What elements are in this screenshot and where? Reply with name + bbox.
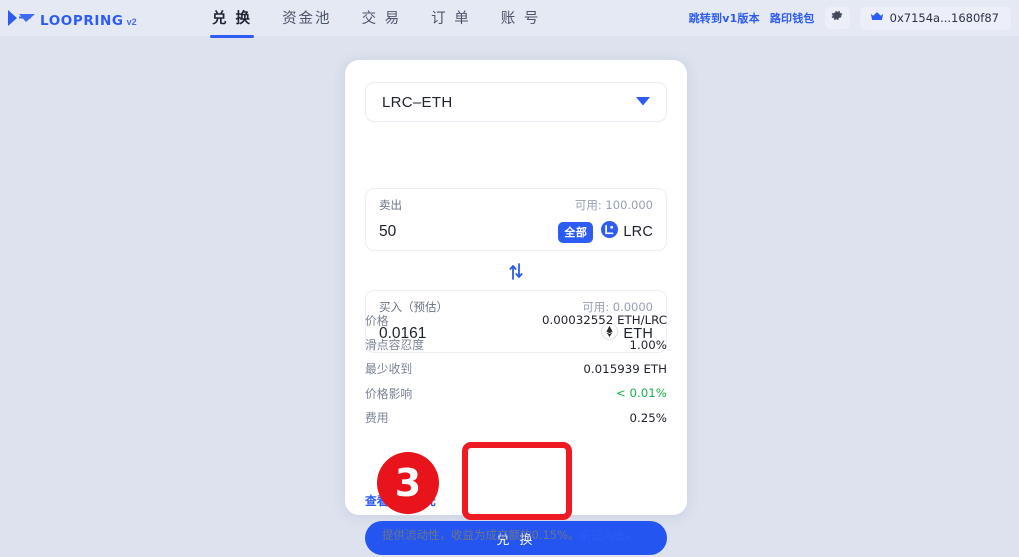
detail-label: 价格影响 — [365, 386, 413, 401]
top-header: LOOPRING v2 兑 换 资金池 交 易 订 单 账 号 跳转到v1版本 … — [0, 0, 1019, 38]
detail-row-slippage: 滑点容忍度 1.00% — [365, 332, 667, 356]
sell-token-selector[interactable]: LRC — [601, 221, 653, 243]
wallet-address-button[interactable]: 0x7154a...1680f87 — [859, 6, 1011, 30]
nav-item-pools[interactable]: 资金池 — [280, 0, 334, 38]
app-root: LOOPRING v2 兑 换 资金池 交 易 订 单 账 号 跳转到v1版本 … — [0, 0, 1019, 557]
wallet-address-text: 0x7154a...1680f87 — [889, 11, 999, 25]
sell-box-body: 50 全部 LRC — [379, 217, 653, 247]
nav-item-account[interactable]: 账 号 — [499, 0, 543, 38]
detail-row-price-impact: 价格影响 < 0.01% — [365, 381, 667, 405]
trading-pair-value: LRC–ETH — [382, 93, 453, 111]
detail-label: 最少收到 — [365, 362, 413, 377]
detail-label: 滑点容忍度 — [365, 338, 424, 353]
nav-item-swap-label: 兑 换 — [212, 10, 253, 27]
footer-note: 提供流动性，收益为成交额的0.15%。前往入金。 — [0, 527, 1019, 543]
swap-direction-button[interactable] — [503, 263, 529, 285]
sell-label: 卖出 — [379, 198, 402, 212]
annotation-highlight-box — [462, 442, 572, 520]
nav-item-orders[interactable]: 订 单 — [429, 0, 473, 38]
detail-row-fee: 费用 0.25% — [365, 406, 667, 430]
main-nav: 兑 换 资金池 交 易 订 单 账 号 — [210, 0, 543, 38]
sell-max-button[interactable]: 全部 — [558, 221, 594, 243]
loopring-arrow-logo-icon — [6, 8, 40, 28]
sell-amount-input[interactable]: 50 — [379, 223, 396, 241]
detail-row-minimum-received: 最少收到 0.015939 ETH — [365, 357, 667, 381]
nav-item-swap[interactable]: 兑 换 — [210, 0, 255, 38]
sell-token-box: 卖出 可用: 100.000 50 全部 LRC — [365, 188, 667, 251]
brand-name: LOOPRING — [40, 13, 124, 29]
brand-logo[interactable]: LOOPRING v2 — [6, 6, 137, 28]
sell-controls: 全部 LRC — [558, 221, 653, 243]
detail-value: 0.25% — [629, 410, 667, 425]
detail-value: < 0.01% — [615, 386, 667, 401]
footer-note-text: 提供流动性，收益为成交额的0.15%。 — [381, 528, 580, 542]
swap-details-list: 价格 0.00032552 ETH/LRC 滑点容忍度 1.00% 最少收到 0… — [365, 308, 667, 430]
sell-token-symbol: LRC — [623, 224, 653, 240]
crown-icon — [870, 9, 884, 27]
brand-version: v2 — [126, 17, 137, 27]
gear-icon — [831, 9, 844, 27]
sell-available: 可用: 100.000 — [574, 198, 653, 212]
link-goto-v1[interactable]: 跳转到v1版本 — [689, 10, 760, 26]
nav-item-trade-label: 交 易 — [361, 10, 402, 27]
link-loopring-wallet[interactable]: 路印钱包 — [770, 10, 815, 26]
trading-pair-select[interactable]: LRC–ETH — [365, 82, 667, 122]
nav-item-orders-label: 订 单 — [431, 10, 471, 27]
swap-vertical-icon — [508, 263, 524, 285]
footer-deposit-link[interactable]: 前往入金。 — [580, 528, 638, 542]
nav-active-underline — [210, 34, 255, 38]
nav-item-account-label: 账 号 — [500, 10, 541, 27]
nav-item-pools-label: 资金池 — [282, 10, 332, 27]
detail-value: 0.015939 ETH — [583, 361, 667, 376]
detail-value: 0.00032552 ETH/LRC — [542, 313, 667, 328]
nav-item-trade[interactable]: 交 易 — [360, 0, 404, 38]
detail-row-price: 价格 0.00032552 ETH/LRC — [365, 308, 667, 332]
chevron-down-icon — [636, 93, 650, 111]
header-actions: 跳转到v1版本 路印钱包 0x7154a...1680f87 — [689, 0, 1011, 36]
detail-label: 价格 — [365, 313, 389, 328]
detail-label: 费用 — [365, 411, 389, 426]
sell-box-header: 卖出 可用: 100.000 — [379, 197, 653, 213]
annotation-step-badge: 3 — [377, 452, 439, 514]
detail-value: 1.00% — [629, 337, 667, 352]
lrc-token-icon — [601, 221, 619, 243]
settings-button[interactable] — [824, 7, 850, 29]
